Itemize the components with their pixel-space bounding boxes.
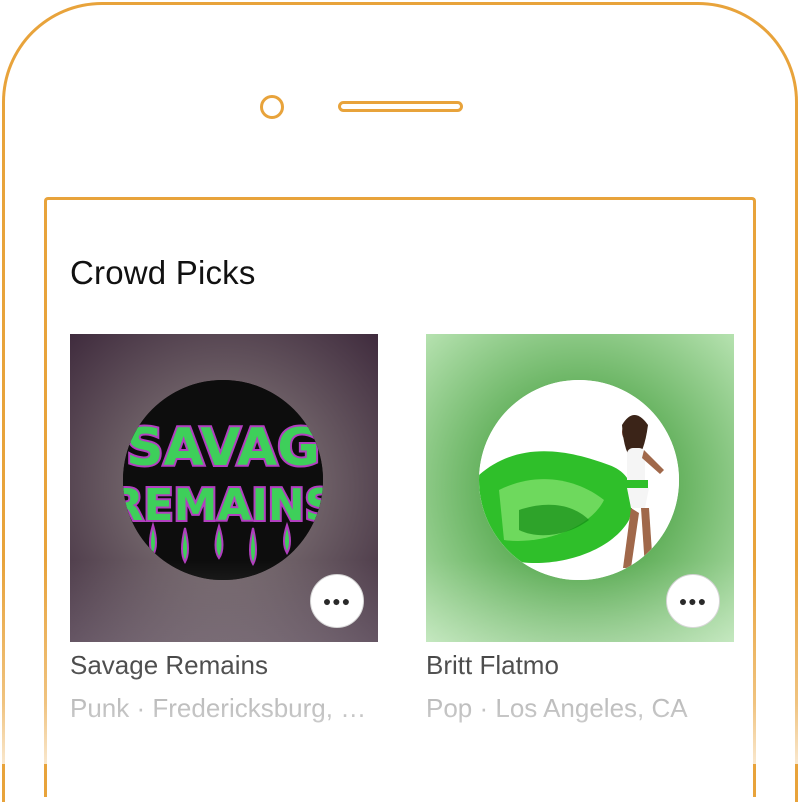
artist-artwork[interactable]: ●●● [426, 334, 734, 642]
section-title: Crowd Picks [70, 254, 256, 291]
artist-photo [479, 380, 679, 580]
artist-name[interactable]: Britt Flatmo [426, 650, 734, 681]
svg-text:SAVAG: SAVAG [126, 418, 320, 478]
more-options-button[interactable]: ●●● [666, 574, 720, 628]
camera-icon [260, 95, 284, 119]
artist-genre-location: Punk · Fredericksburg, VA [70, 693, 370, 723]
artist-avatar: SAVAG REMAINS [123, 380, 323, 580]
artist-genre-location: Pop · Los Angeles, CA [426, 693, 688, 723]
artist-artwork[interactable]: SAVAG REMAINS ●●● [70, 334, 378, 642]
artist-card-britt-flatmo[interactable]: ●●● Britt Flatmo Pop · Los Angeles, CA [426, 334, 734, 724]
artist-name[interactable]: Savage Remains [70, 650, 378, 681]
more-horizontal-icon: ●●● [678, 593, 708, 609]
more-horizontal-icon: ●●● [322, 593, 352, 609]
artist-avatar [479, 380, 679, 580]
speaker-icon [338, 101, 463, 112]
artist-card-savage-remains[interactable]: SAVAG REMAINS ●●● Savage Remains Punk · … [70, 334, 378, 724]
band-logo: SAVAG REMAINS [123, 380, 323, 580]
more-options-button[interactable]: ●●● [310, 574, 364, 628]
